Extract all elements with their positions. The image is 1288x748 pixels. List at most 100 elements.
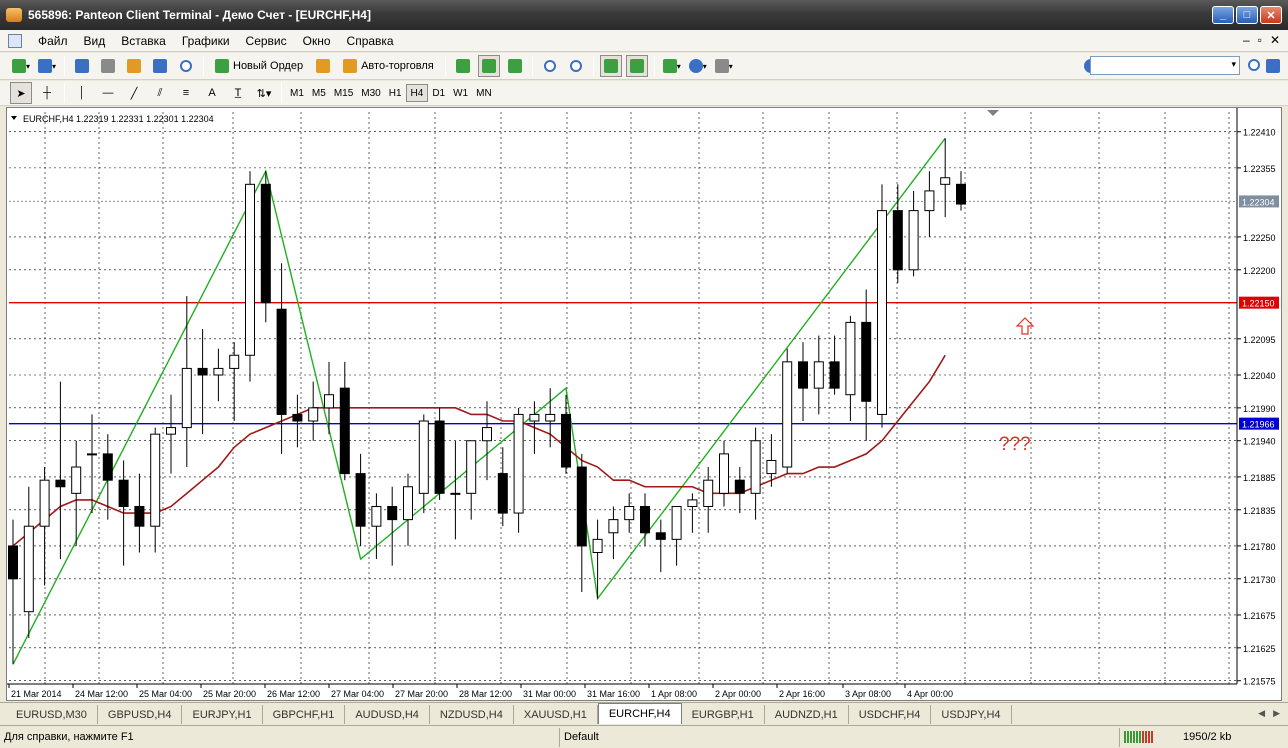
indicators-icon [662,59,677,73]
tab-usdjpy-h4[interactable]: USDJPY,H4 [931,705,1012,724]
line-chart-button[interactable] [504,55,526,77]
cursor-tool[interactable]: ➤ [10,82,32,104]
y-tick-label: 1.21730 [1243,575,1276,585]
candle-body [260,183,271,304]
terminal-button[interactable] [149,55,171,77]
clock-icon [688,59,703,73]
tab-eurusd-m30[interactable]: EURUSD,M30 [6,705,98,724]
strategy-tester-button[interactable] [175,55,197,77]
market-watch-button[interactable] [71,55,93,77]
tab-audusd-h4[interactable]: AUDUSD,H4 [345,705,430,724]
timeframe-w1[interactable]: W1 [449,84,472,102]
mdi-close-button[interactable]: ✕ [1270,33,1280,47]
mdi-restore-button[interactable]: ▫ [1258,33,1262,47]
crosshair-tool[interactable]: ┼ [36,82,58,104]
tab-xauusd-h1[interactable]: XAUUSD,H1 [514,705,598,724]
tab-nzdusd-h4[interactable]: NZDUSD,H4 [430,705,514,724]
menu-window[interactable]: Окно [295,34,339,48]
templates-button[interactable]: ▾ [713,55,735,77]
timeframe-d1[interactable]: D1 [428,84,449,102]
indicators-button[interactable]: ▾ [661,55,683,77]
new-order-button[interactable]: Новый Ордер [210,55,308,77]
periods-button[interactable]: ▾ [687,55,709,77]
maximize-button[interactable]: □ [1236,6,1258,24]
candlestick-icon [481,59,496,73]
timeframe-m15[interactable]: M15 [330,84,357,102]
message-icon[interactable] [1266,59,1280,73]
trendline-tool[interactable]: ╱ [123,82,145,104]
timeframe-m1[interactable]: M1 [286,84,308,102]
menu-insert[interactable]: Вставка [113,34,174,48]
arrows-tool[interactable]: ⇅▾ [253,82,275,104]
horizontal-line-icon: — [102,87,114,99]
candle-body [497,473,508,514]
menu-file[interactable]: Файл [30,34,76,48]
timeframe-h1[interactable]: H1 [385,84,406,102]
text-tool[interactable]: A [201,82,223,104]
navigator-button[interactable] [123,55,145,77]
new-chart-icon [11,59,26,73]
timeframe-mn[interactable]: MN [472,84,496,102]
data-window-button[interactable] [97,55,119,77]
close-button[interactable]: ✕ [1260,6,1282,24]
tab-gbpusd-h4[interactable]: GBPUSD,H4 [98,705,183,724]
candle-body [592,538,603,554]
timeframe-h4[interactable]: H4 [405,84,429,102]
auto-scroll-button[interactable] [599,55,622,77]
auto-scroll-icon [603,59,618,73]
candle-body [245,183,255,356]
candle-body [576,466,587,547]
zoom-in-button[interactable] [539,55,561,77]
star-icon [127,59,141,73]
candle-body [308,407,319,422]
y-tick-label: 1.22095 [1243,335,1276,345]
menu-view[interactable]: Вид [76,34,114,48]
profiles-button[interactable]: ▾ [36,55,58,77]
tab-gbpchf-h1[interactable]: GBPCHF,H1 [263,705,346,724]
fibonacci-tool[interactable]: ≡ [175,82,197,104]
tab-eurgbp-h1[interactable]: EURGBP,H1 [682,705,765,724]
candle-body [608,519,619,534]
tab-audnzd-h1[interactable]: AUDNZD,H1 [765,705,849,724]
new-chart-button[interactable]: ▾ [10,55,32,77]
vertical-line-icon: │ [78,87,86,99]
autotrading-button[interactable]: Авто-торговля [338,55,439,77]
candle-body [829,361,840,389]
vertical-line-tool[interactable]: │ [71,82,93,104]
chart-window[interactable]: 1.22410 1.22355 1.22304 1.22250 1.22200 1.221… [6,107,1282,701]
equidistant-channel-tool[interactable]: ⫽ [149,82,171,104]
mdi-minimize-button[interactable]: – [1243,33,1250,47]
metaeditor-button[interactable] [312,55,334,77]
tab-scroll-left-icon[interactable]: ◀ [1258,708,1265,719]
text-label-tool[interactable]: T̲ [227,82,249,104]
candlestick-button[interactable] [477,55,500,77]
tab-eurjpy-h1[interactable]: EURJPY,H1 [182,705,263,724]
tab-usdchf-h4[interactable]: USDCHF,H4 [849,705,932,724]
status-help: Для справки, нажмите F1 [0,727,560,747]
search-input[interactable] [1090,56,1240,75]
candle-body [450,492,461,495]
timeframe-m5[interactable]: M5 [308,84,330,102]
price-chart[interactable]: 1.22410 1.22355 1.22304 1.22250 1.22200 1.221… [7,108,1281,700]
chart-shift-button[interactable] [625,55,648,77]
x-tick-label: 27 Mar 04:00 [331,689,384,699]
connection-status[interactable]: 1950/2 kb [1120,728,1235,747]
candle-body [956,183,966,205]
search-icon[interactable] [1248,59,1260,71]
horizontal-line-tool[interactable]: — [97,82,119,104]
menu-charts[interactable]: Графики [174,34,238,48]
chart-document-icon[interactable] [8,33,22,48]
price-level-label: 1.22150 [1242,299,1275,309]
candle-body [561,413,571,468]
menu-help[interactable]: Справка [339,34,402,48]
search-dropdown-icon[interactable]: ▾ [1231,59,1236,70]
candle-body [482,427,492,442]
minimize-button[interactable]: _ [1212,6,1234,24]
tab-scroll-right-icon[interactable]: ▶ [1273,708,1280,719]
timeframe-m30[interactable]: M30 [357,84,384,102]
tab-eurchf-h4[interactable]: EURCHF,H4 [597,703,682,724]
menu-tools[interactable]: Сервис [238,34,295,48]
bar-chart-button[interactable] [452,55,474,77]
market-watch-icon [75,59,89,73]
zoom-out-button[interactable] [565,55,587,77]
